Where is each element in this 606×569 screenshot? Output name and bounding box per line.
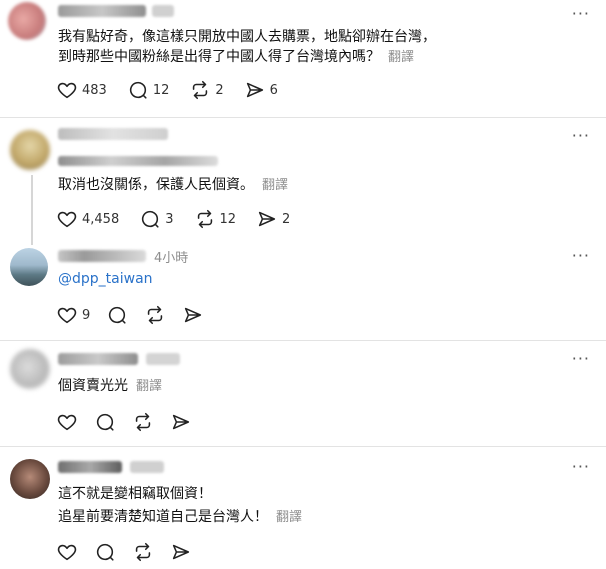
repost-icon	[148, 305, 163, 325]
avatar[interactable]	[10, 459, 50, 499]
username-blurred[interactable]	[58, 461, 122, 473]
reply-button[interactable]	[94, 541, 116, 563]
post-text-line: 到時那些中國粉絲是出得了中國人得了台灣境內嗎？ 翻譯	[58, 47, 414, 68]
repost-button[interactable]	[132, 411, 154, 433]
more-options-button[interactable]: ···	[572, 457, 590, 476]
send-icon	[172, 544, 190, 560]
post-5: ··· 這不就是變相竊取個資！ 追星前要清楚知道自己是台灣人！ 翻譯	[0, 447, 606, 569]
repost-icon	[135, 542, 151, 562]
share-button[interactable]	[170, 411, 192, 433]
post-text-line: 我有點好奇，像這樣只開放中國人去購票，地點卻辦在台灣，	[58, 29, 436, 45]
like-count: 4,458	[82, 211, 120, 227]
heart-icon	[57, 414, 77, 431]
like-button[interactable]	[56, 541, 78, 563]
thread-connector-line	[31, 175, 33, 245]
like-button[interactable]: 9	[56, 304, 90, 326]
post-text-line-content: 到時那些中國粉絲是出得了中國人得了台灣境內嗎？	[58, 49, 380, 65]
reply-button[interactable]	[94, 411, 116, 433]
like-count: 483	[82, 82, 107, 98]
reply-count: 12	[152, 82, 170, 98]
post-text-line: 追星前要清楚知道自己是台灣人！ 翻譯	[58, 507, 302, 528]
share-count: 6	[269, 82, 278, 98]
username-blurred[interactable]	[58, 128, 168, 140]
repost-icon	[193, 80, 208, 100]
translate-link[interactable]: 翻譯	[276, 510, 302, 525]
heart-icon	[57, 82, 77, 99]
like-count: 9	[82, 307, 91, 323]
avatar[interactable]	[10, 248, 48, 286]
like-button[interactable]: 483	[56, 79, 107, 101]
comment-icon	[129, 81, 147, 99]
timestamp-blurred	[146, 353, 180, 365]
send-icon	[172, 414, 190, 430]
action-bar: 483 12 2 6	[56, 78, 298, 102]
share-count: 2	[282, 211, 291, 227]
reply-button[interactable]	[106, 304, 128, 326]
bio-blurred	[58, 156, 218, 166]
comment-icon	[96, 413, 114, 431]
more-options-button[interactable]: ···	[572, 4, 590, 23]
post-2: ··· 取消也沒關係，保護人民個資。 翻譯 4,458 3 12 2	[0, 118, 606, 238]
repost-button[interactable]: 2	[189, 79, 224, 101]
heart-icon	[57, 211, 77, 228]
timestamp-blurred	[130, 461, 164, 473]
username-blurred[interactable]	[58, 5, 146, 17]
post-1: ··· 我有點好奇，像這樣只開放中國人去購票，地點卻辦在台灣， 到時那些中國粉絲…	[0, 0, 606, 118]
like-button[interactable]: 4,458	[56, 208, 119, 230]
heart-icon	[57, 307, 77, 324]
repost-count: 12	[219, 211, 237, 227]
comment-icon	[96, 543, 114, 561]
post-text-line-content: 追星前要清楚知道自己是台灣人！	[58, 509, 268, 525]
share-button[interactable]	[170, 541, 192, 563]
more-options-button[interactable]: ···	[572, 246, 590, 265]
reply-button[interactable]: 12	[127, 79, 170, 101]
action-bar: 4,458 3 12 2	[56, 207, 310, 231]
post-text-line: 這不就是變相竊取個資！	[58, 486, 212, 502]
action-bar	[56, 540, 212, 564]
send-icon	[258, 211, 276, 227]
translate-link[interactable]: 翻譯	[388, 50, 414, 65]
heart-icon	[57, 544, 77, 561]
action-bar	[56, 410, 212, 434]
repost-button[interactable]: 12	[194, 208, 237, 230]
repost-button[interactable]	[132, 541, 154, 563]
translate-link[interactable]: 翻譯	[262, 178, 288, 193]
post-3: 4小時 ··· @dpp_taiwan 9	[0, 238, 606, 340]
send-icon	[246, 82, 263, 98]
username-blurred[interactable]	[58, 250, 146, 262]
post-text-line-content: 個資賣光光	[58, 378, 128, 394]
post-text-line: 個資賣光光 翻譯	[58, 376, 162, 397]
share-button[interactable]: 2	[256, 208, 290, 230]
post-text-line-content: 取消也沒關係，保護人民個資。	[58, 177, 254, 193]
reply-button[interactable]: 3	[139, 208, 174, 230]
timestamp-blurred	[152, 5, 174, 17]
post-4: ··· 個資賣光光 翻譯	[0, 341, 606, 446]
comment-icon	[142, 210, 159, 228]
repost-button[interactable]	[144, 304, 166, 326]
avatar[interactable]	[8, 2, 46, 40]
avatar[interactable]	[10, 130, 50, 170]
repost-icon	[135, 412, 151, 432]
post-timestamp: 4小時	[154, 251, 189, 266]
repost-icon	[197, 209, 212, 229]
share-button[interactable]: 6	[244, 79, 278, 101]
avatar[interactable]	[10, 349, 50, 389]
reply-count: 3	[165, 211, 174, 227]
more-options-button[interactable]: ···	[572, 349, 590, 368]
more-options-button[interactable]: ···	[572, 126, 590, 145]
mention-link[interactable]: @dpp_taiwan	[58, 271, 153, 287]
share-button[interactable]	[182, 304, 204, 326]
like-button[interactable]	[56, 411, 78, 433]
translate-link[interactable]: 翻譯	[136, 379, 162, 394]
comment-icon	[109, 306, 126, 324]
repost-count: 2	[215, 82, 224, 98]
username-blurred[interactable]	[58, 353, 138, 365]
send-icon	[185, 307, 202, 323]
post-text-line: 取消也沒關係，保護人民個資。 翻譯	[58, 175, 288, 196]
action-bar: 9	[56, 303, 224, 327]
